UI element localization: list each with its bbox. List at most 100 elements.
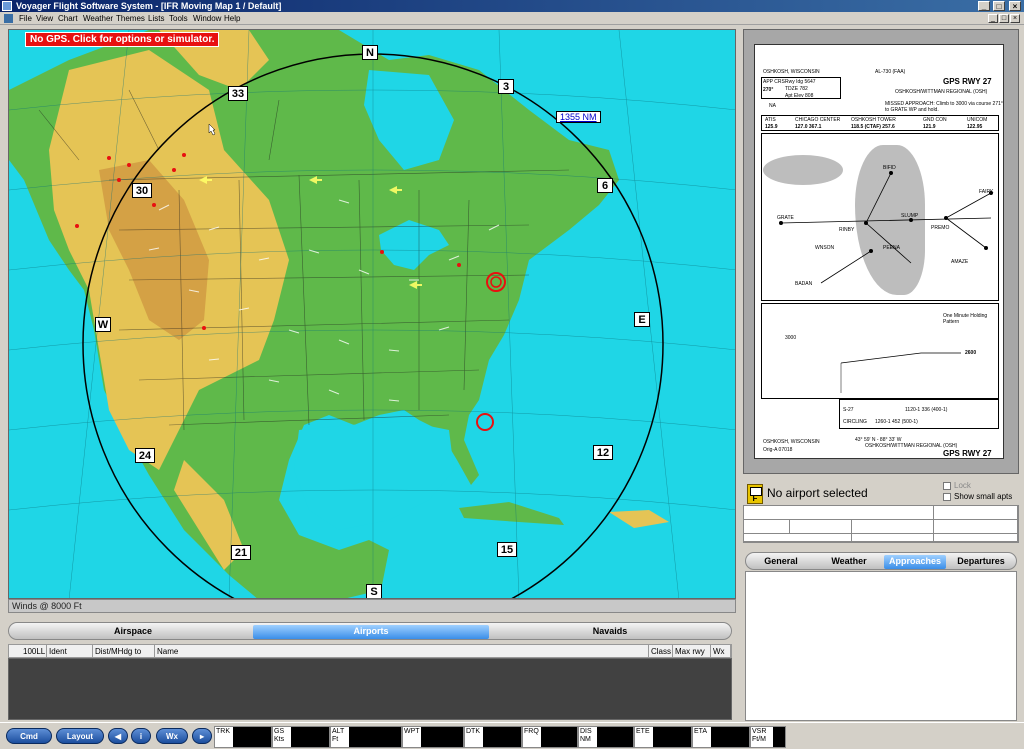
tab-weather[interactable]: Weather [816, 555, 882, 569]
plate-missed-approach: MISSED APPROACH: Climb to 3000 via cours… [885, 101, 1003, 113]
wx-button[interactable]: Wx [156, 728, 188, 744]
approach-plate-viewer[interactable]: OSHKOSH, WISCONSIN AL-730 (FAA) GPS RWY … [743, 29, 1019, 474]
lock-checkbox[interactable]: Lock [943, 481, 971, 490]
compass-e: E [634, 312, 650, 327]
maximize-button[interactable]: □ [993, 1, 1005, 11]
menu-themes[interactable]: Themes [114, 12, 147, 25]
airport-title: No airport selected [767, 486, 868, 500]
range-label[interactable]: 1355 NM [556, 111, 601, 123]
profile-alt: 2600 [965, 350, 977, 356]
document-icon[interactable] [4, 14, 13, 23]
col-name[interactable]: Name [155, 645, 649, 658]
show-small-apts-checkbox[interactable]: Show small apts [943, 492, 1012, 501]
panel-toggle-icon[interactable]: ▸ [192, 728, 212, 744]
freq-name: UNICOM [967, 117, 988, 123]
close-button[interactable]: × [1009, 1, 1021, 11]
col-ident[interactable]: Ident [47, 645, 93, 658]
hispaniola [609, 510, 669, 528]
freq-value: 121.9 [923, 124, 936, 130]
menu-weather[interactable]: Weather [81, 12, 115, 25]
cmd-button[interactable]: Cmd [6, 728, 52, 744]
grid-cell [852, 520, 934, 534]
freq-value: 127.0 367.1 [795, 124, 822, 130]
grid-cell [790, 520, 852, 534]
airport-info-panel: F No airport selected Lock Show small ap… [743, 479, 1019, 722]
gps-warning-banner[interactable]: No GPS. Click for options or simulator. [25, 32, 220, 47]
menu-view[interactable]: View [34, 12, 55, 25]
col-100ll[interactable]: 100LL [21, 645, 47, 658]
restricted-area-florida [476, 413, 494, 431]
airports-grid-header: 100LL Ident Dist/MHdg to Name Class Max … [8, 644, 732, 658]
airport-info-grid [743, 505, 1019, 543]
moving-map[interactable]: No GPS. Click for options or simulator. … [8, 29, 736, 599]
nav-tabs: Airspace Airports Navaids [8, 622, 732, 640]
instrument-dtk: DTK [464, 726, 522, 748]
airport-fuel-icon: F [747, 484, 763, 504]
plate-airport: OSHKOSH/WITTMAN REGIONAL (OSH) [895, 89, 988, 95]
compass-12: 12 [593, 445, 613, 460]
fix-peena: PEENA [883, 245, 900, 251]
compass-30: 30 [132, 183, 152, 198]
mdi-close-button[interactable]: × [1010, 14, 1020, 23]
instrument-trk: TRK [214, 726, 272, 748]
col-dist-mhdg[interactable]: Dist/MHdg to [93, 645, 155, 658]
instrument-frq: FRQ [522, 726, 578, 748]
approach-plate: OSHKOSH, WISCONSIN AL-730 (FAA) GPS RWY … [754, 44, 1004, 459]
info-icon[interactable]: i [131, 728, 151, 744]
map-canvas[interactable] [9, 30, 736, 599]
plan-view-drawing [779, 171, 993, 284]
col-wx[interactable]: Wx [711, 645, 731, 658]
plate-footer-amendment: Orig-A 07018 [763, 447, 793, 453]
plate-faa-ref: AL-730 (FAA) [875, 69, 906, 75]
fix-fairk: FAIRK [979, 189, 994, 195]
grid-cell [934, 534, 1018, 542]
plate-app-crs-label: APP CRS [763, 79, 785, 85]
fix-premo: PREMO [931, 225, 950, 231]
plate-footer-location: OSHKOSH, WISCONSIN [763, 439, 820, 445]
tab-general[interactable]: General [748, 555, 814, 569]
instrument-eta: ETA [692, 726, 750, 748]
instrument-vsr: VSR Ft/M [750, 726, 786, 748]
instrument-dis: DIS NM [578, 726, 634, 748]
tab-departures[interactable]: Departures [948, 555, 1014, 569]
nav-back-icon[interactable]: ◀ [108, 728, 128, 744]
menu-file[interactable]: File [17, 12, 34, 25]
window-title-bar[interactable]: Voyager Flight Software System - [IFR Mo… [0, 0, 1024, 12]
freq-name: OSHKOSH TOWER [851, 117, 896, 123]
grid-cell [934, 506, 1018, 520]
profile-drawing [840, 352, 961, 393]
menu-help[interactable]: Help [222, 12, 242, 25]
col-class[interactable]: Class [649, 645, 673, 658]
plate-app-crs: 270° [763, 87, 774, 93]
menu-tools[interactable]: Tools [167, 12, 190, 25]
footer-toolbar: Cmd Layout ◀ i Wx ▸ TRK GS Kts ALT Ft WP… [0, 722, 1024, 749]
layout-button[interactable]: Layout [56, 728, 104, 744]
fix-slump: SLUMP [901, 213, 919, 219]
freq-value: 118.5 (CTAF) 257.6 [851, 124, 895, 130]
tab-airports[interactable]: Airports [253, 625, 489, 639]
grid-cell [744, 506, 934, 520]
menu-lists[interactable]: Lists [146, 12, 166, 25]
fix-rinby: RINBY [839, 227, 855, 233]
fix-wnson: WNSON [815, 245, 835, 251]
cuba [459, 502, 564, 525]
minimums-category: S-27 [843, 407, 854, 413]
map-status-bar: Winds @ 8000 Ft [8, 599, 736, 613]
minimize-button[interactable]: _ [978, 1, 990, 11]
mdi-restore-button[interactable]: □ [999, 14, 1009, 23]
freq-name: CHICAGO CENTER [795, 117, 841, 123]
compass-6: 6 [597, 178, 613, 193]
approaches-list[interactable] [745, 571, 1017, 721]
tab-navaids[interactable]: Navaids [491, 625, 729, 639]
freq-name: ATIS [765, 117, 776, 123]
airports-grid[interactable] [8, 658, 732, 720]
gulf-of-mexico [294, 422, 454, 530]
minimums-category: CIRCLING [843, 419, 867, 425]
menu-chart[interactable]: Chart [56, 12, 80, 25]
tab-airspace[interactable]: Airspace [13, 625, 253, 639]
freq-value: 122.95 [967, 124, 983, 130]
tab-approaches[interactable]: Approaches [884, 555, 946, 569]
menu-window[interactable]: Window [191, 12, 223, 25]
col-max-rwy[interactable]: Max rwy [673, 645, 711, 658]
mdi-minimize-button[interactable]: _ [988, 14, 998, 23]
